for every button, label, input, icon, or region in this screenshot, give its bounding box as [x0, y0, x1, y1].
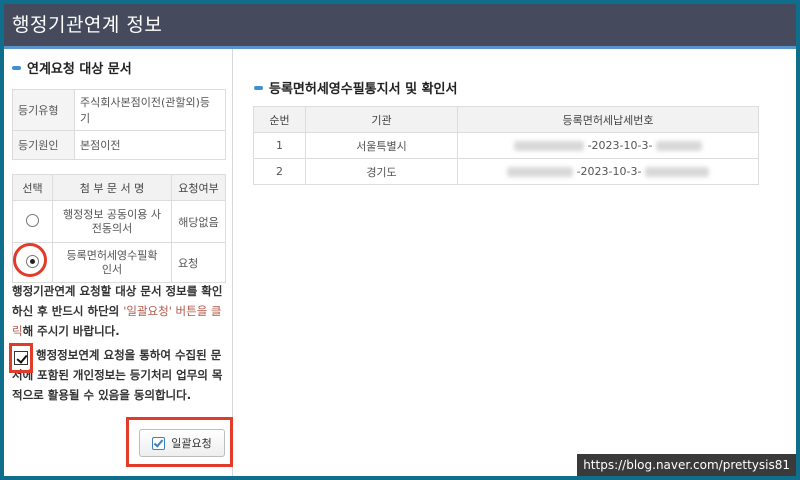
table-row: 등기유형 주식회사본점이전(관할외)등기: [12, 89, 226, 131]
info-label: 등기원인: [12, 130, 75, 160]
registration-info-table: 등기유형 주식회사본점이전(관할외)등기 등기원인 본점이전: [12, 89, 226, 160]
redacted-blur: [655, 141, 702, 151]
row-seq: 2: [253, 158, 306, 185]
privacy-consent-text: 행정정보연계 요청을 통하여 수집된 문서에 포함된 개인정보는 등기처리 업무…: [12, 348, 223, 402]
doc-request-status: 해당없음: [171, 200, 226, 243]
left-section-title-text: 연계요청 대상 문서: [27, 62, 132, 77]
row-agency: 서울특별시: [305, 132, 458, 159]
notice-text-end: 해 주시기 바랍니다.: [22, 324, 120, 338]
col-header-select: 선택: [12, 174, 53, 201]
highlight-box: [9, 343, 33, 373]
table-header-row: 선택 첨 부 문 서 명 요청여부: [12, 174, 226, 201]
info-value: 주식회사본점이전(관할외)등기: [74, 89, 226, 131]
doc-name: 등록면허세영수필확인서: [52, 242, 172, 283]
right-section-title-text: 등록면허세영수필통지서 및 확인서: [269, 82, 458, 97]
col-header-doc-name: 첨 부 문 서 명: [52, 174, 172, 201]
row-seq: 1: [253, 132, 306, 159]
col-header-seq: 순번: [253, 106, 306, 133]
info-value: 본점이전: [74, 130, 226, 160]
select-cell: [12, 200, 53, 243]
col-header-tax-number: 등록면허세납세번호: [457, 106, 759, 133]
blog-url-watermark: https://blog.naver.com/prettysis81: [577, 454, 796, 476]
table-row: 1 서울특별시 -2023-10-3-: [253, 132, 759, 159]
highlight-ring: [13, 243, 47, 277]
row-tax-number: -2023-10-3-: [457, 132, 759, 159]
redacted-blur: [514, 141, 585, 151]
tax-number-visible: -2023-10-3-: [576, 165, 642, 178]
table-row[interactable]: 행정정보 공동이용 사전동의서 해당없음: [12, 200, 226, 243]
redacted-blur: [644, 167, 709, 177]
right-section-title: 등록면허세영수필통지서 및 확인서: [254, 78, 457, 97]
window-title: 행정기관연계 정보: [4, 4, 796, 46]
doc-radio-unselected[interactable]: [26, 213, 39, 227]
section-bullet-icon: [12, 65, 21, 70]
table-header-row: 순번 기관 등록면허세납세번호: [253, 106, 759, 133]
col-header-request-status: 요청여부: [171, 174, 226, 201]
left-section-title: 연계요청 대상 문서: [12, 58, 132, 77]
doc-name: 행정정보 공동이용 사전동의서: [52, 200, 172, 243]
highlight-box: [126, 417, 233, 467]
batch-request-notice: 행정기관연계 요청할 대상 문서 정보를 확인하신 후 반드시 하단의 '일괄요…: [12, 281, 228, 341]
table-row: 2 경기도 -2023-10-3-: [253, 158, 759, 185]
tax-number-visible: -2023-10-3-: [587, 139, 653, 152]
left-panel: 연계요청 대상 문서 등기유형 주식회사본점이전(관할외)등기 등기원인 본점이…: [4, 49, 233, 476]
tax-certificate-table: 순번 기관 등록면허세납세번호 1 서울특별시 -2023-10-3- 2 경기…: [253, 106, 759, 185]
row-tax-number: -2023-10-3-: [457, 158, 759, 185]
col-header-agency: 기관: [305, 106, 458, 133]
doc-request-status: 요청: [171, 242, 226, 283]
section-bullet-icon: [254, 85, 263, 90]
redacted-blur: [507, 167, 574, 177]
row-agency: 경기도: [305, 158, 458, 185]
dialog-window: 행정기관연계 정보 연계요청 대상 문서 등기유형 주식회사본점이전(관할외)등…: [4, 4, 796, 476]
info-label: 등기유형: [12, 89, 75, 131]
right-panel: 등록면허세영수필통지서 및 확인서 순번 기관 등록면허세납세번호 1 서울특별…: [236, 49, 796, 476]
table-row: 등기원인 본점이전: [12, 130, 226, 160]
